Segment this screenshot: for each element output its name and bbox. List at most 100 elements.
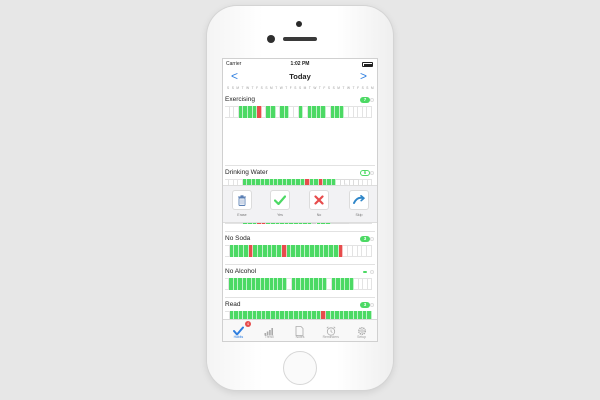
weekday-label: S <box>332 86 335 90</box>
tab-label: Habits <box>233 335 244 339</box>
tab-trend[interactable]: Trend <box>254 320 285 341</box>
status-bar: Carrier 1:02 PM <box>223 59 377 69</box>
action-bar: Erase Yes No Skip <box>223 185 377 223</box>
weekday-label: T <box>285 86 288 90</box>
weekday-label: S <box>366 86 369 90</box>
streak-badge: 6 <box>360 170 370 176</box>
app-screen: Carrier 1:02 PM < Today > SSMTWTFSSMTWTF… <box>222 58 378 342</box>
front-camera <box>267 35 275 43</box>
tab-habits[interactable]: Habits 4 <box>223 320 254 341</box>
weekday-label: W <box>279 86 283 90</box>
tab-bar: Habits 4 Trend Notes Reminders Setup <box>223 319 377 341</box>
row-divider <box>225 231 375 232</box>
tab-reminders[interactable]: Reminders <box>315 320 346 341</box>
weekday-label: F <box>323 86 326 90</box>
streak-badge: 7 <box>360 97 370 103</box>
weekday-label: W <box>347 86 351 90</box>
habit-row[interactable]: No Alcohol <box>223 268 377 294</box>
action-label: Erase <box>237 213 247 217</box>
streak-badge: 3 <box>360 302 370 308</box>
weekday-label: M <box>270 86 273 90</box>
streak-badge: 3 <box>360 236 370 242</box>
action-label: Yes <box>277 213 283 217</box>
row-toggle[interactable] <box>370 237 374 241</box>
weekday-label: W <box>246 86 250 90</box>
habit-name: No Soda <box>225 235 251 242</box>
front-sensor <box>296 21 302 27</box>
weekday-label: T <box>352 86 355 90</box>
weekday-label: T <box>275 86 278 90</box>
skip-action-button[interactable]: Skip <box>348 190 370 217</box>
row-divider <box>225 264 375 265</box>
habit-history-grid <box>225 245 372 257</box>
weekday-label: S <box>361 86 364 90</box>
no-action-button[interactable]: No <box>308 190 330 217</box>
row-toggle[interactable] <box>370 171 374 175</box>
streak-indicator <box>363 271 367 273</box>
weekday-label: F <box>256 86 259 90</box>
habit-name: Read <box>225 301 241 308</box>
tab-label: Notes <box>295 335 305 339</box>
habit-history-grid <box>225 106 372 118</box>
weekday-label: S <box>298 86 302 90</box>
day-cell[interactable] <box>367 106 372 118</box>
home-button[interactable] <box>283 351 317 385</box>
weekday-label: T <box>241 86 244 90</box>
weekday-label: F <box>357 86 360 90</box>
habit-history-grid <box>225 278 372 290</box>
weekday-header: SSMTWTFSSMTWTFSSMTWTFSSMTWTFSSM <box>227 86 374 92</box>
habit-row[interactable]: No Soda 3 <box>223 235 377 261</box>
weekday-label: S <box>265 86 268 90</box>
battery-icon <box>362 62 373 67</box>
row-toggle[interactable] <box>370 303 374 307</box>
action-label: Skip <box>355 213 363 217</box>
weekday-label: S <box>227 86 230 90</box>
weekday-label: S <box>260 86 263 90</box>
weekday-label: W <box>313 86 317 90</box>
check-icon <box>270 190 290 210</box>
habit-name: Exercising <box>225 96 255 103</box>
tab-label: Trend <box>264 335 274 339</box>
skip-arrow-icon <box>349 190 369 210</box>
yes-action-button[interactable]: Yes <box>269 190 291 217</box>
clock: 1:02 PM <box>290 61 310 67</box>
tab-notes[interactable]: Notes <box>285 320 316 341</box>
action-label: No <box>316 213 322 217</box>
gear-icon <box>346 323 377 336</box>
row-toggle[interactable] <box>370 270 374 274</box>
weekday-label: T <box>342 86 345 90</box>
earpiece-speaker <box>283 37 317 41</box>
tab-label: Setup <box>357 335 367 339</box>
weekday-label: T <box>251 86 254 90</box>
weekday-label: S <box>327 86 331 90</box>
weekday-label: F <box>289 86 292 90</box>
row-divider <box>225 297 375 298</box>
tab-label: Reminders <box>322 335 339 339</box>
weekday-label: M <box>337 86 340 90</box>
document-icon <box>285 323 316 336</box>
day-cell[interactable] <box>367 245 372 257</box>
tab-setup[interactable]: Setup <box>346 320 377 341</box>
nav-bar: < Today > <box>223 69 377 85</box>
cross-icon <box>309 190 329 210</box>
weekday-label: M <box>236 86 240 90</box>
weekday-label: S <box>294 86 297 90</box>
trash-icon <box>232 190 252 210</box>
day-cell[interactable] <box>367 278 372 290</box>
weekday-label: M <box>303 86 307 90</box>
weekday-label: S <box>231 86 234 90</box>
page-title: Today <box>289 72 311 81</box>
erase-action-button[interactable]: Erase <box>231 190 253 217</box>
weekday-label: T <box>318 86 321 90</box>
habit-name: Drinking Water <box>225 169 268 176</box>
habit-row[interactable]: Exercising 7 <box>223 96 377 122</box>
row-toggle[interactable] <box>370 98 374 102</box>
tab-badge: 4 <box>245 321 251 327</box>
weekday-label: M <box>370 86 374 90</box>
weekday-label: T <box>308 86 311 90</box>
bar-chart-icon <box>254 323 285 336</box>
habit-name: No Alcohol <box>225 268 257 275</box>
chevron-right-icon[interactable]: > <box>360 69 367 83</box>
row-divider <box>225 165 375 166</box>
alarm-clock-icon <box>315 323 346 336</box>
